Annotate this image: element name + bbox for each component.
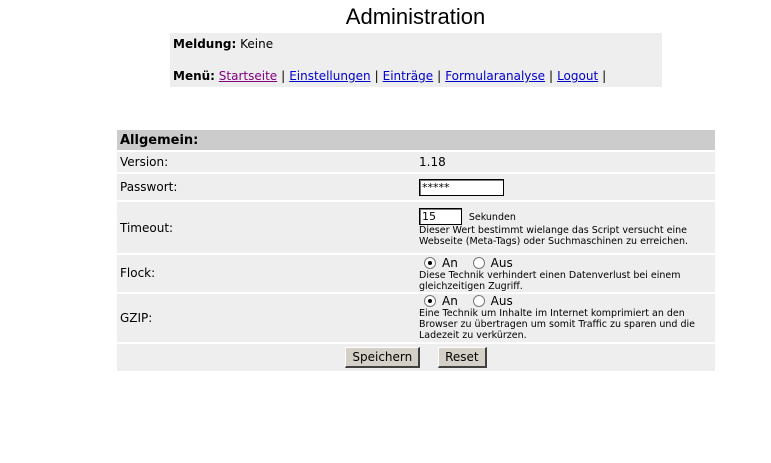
gzip-label: GZIP: <box>117 293 416 342</box>
flock-on-radio[interactable] <box>424 256 436 269</box>
page-title: Administration <box>345 4 486 29</box>
menu-link-eintraege[interactable]: Einträge <box>383 69 434 83</box>
menu-link-einstellungen[interactable]: Einstellungen <box>289 69 370 83</box>
timeout-help: Dieser Wert bestimmt wielange das Script… <box>419 225 688 247</box>
menu-separator: | <box>549 69 554 83</box>
section-title: Allgemein: <box>117 130 715 150</box>
timeout-field[interactable] <box>419 208 462 225</box>
gzip-on-radio[interactable] <box>424 295 436 308</box>
form-actions: Speichern Reset <box>117 343 715 371</box>
flock-on-label: An <box>442 255 458 270</box>
message-label: Meldung: <box>173 37 237 51</box>
reset-button[interactable]: Reset <box>438 346 487 368</box>
menu-separator: | <box>281 69 286 83</box>
message-value: Keine <box>240 37 274 51</box>
menu-label: Menü: <box>173 69 215 83</box>
gzip-help: Eine Technik um Inhalte im Internet komp… <box>419 308 695 342</box>
password-field[interactable] <box>419 178 504 196</box>
menu-link-startseite[interactable]: Startseite <box>219 69 277 83</box>
menu-separator: | <box>437 69 442 83</box>
gzip-on-label: An <box>442 294 458 309</box>
timeout-unit: Sekunden <box>468 212 516 223</box>
flock-help: Diese Technik verhindert einen Datenverl… <box>419 269 681 292</box>
save-button[interactable]: Speichern <box>345 346 421 368</box>
menu-separator: | <box>602 69 607 83</box>
menu-separator: | <box>374 69 379 83</box>
message-panel: Meldung: Keine Menü: Startseite | Einstell… <box>170 33 662 87</box>
version-label: Version: <box>117 152 416 172</box>
password-label: Passwort: <box>117 174 416 200</box>
version-value: 1.18 <box>416 152 715 172</box>
gzip-off-label: Aus <box>490 294 513 309</box>
menu-link-formularanalyse[interactable]: Formularanalyse <box>445 69 545 83</box>
flock-label: Flock: <box>117 255 416 292</box>
main-menu: Menü: Startseite | Einstellungen | Einträge |… <box>173 69 610 83</box>
message-row: Meldung: Keine <box>173 37 273 51</box>
flock-off-radio[interactable] <box>472 256 485 269</box>
flock-off-label: Aus <box>490 255 513 270</box>
menu-link-logout[interactable]: Logout <box>557 69 598 83</box>
gzip-off-radio[interactable] <box>472 295 485 308</box>
settings-form: Allgemein: Version: 1.18 Passwort: Timeo… <box>117 128 715 373</box>
timeout-label: Timeout: <box>117 202 416 253</box>
